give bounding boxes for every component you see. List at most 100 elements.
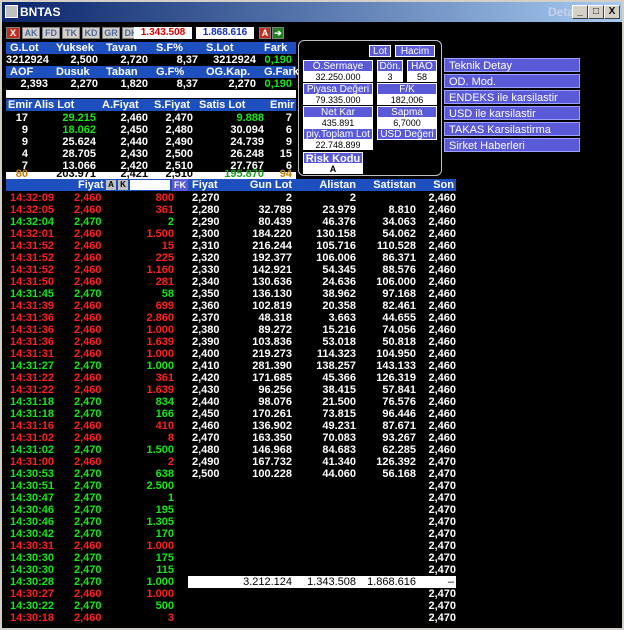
volume-cell: 38.415 [322,384,356,396]
trades-a-button[interactable]: A [106,180,116,190]
close-button[interactable]: X [604,5,620,19]
summary-value-5: 0,190 [264,54,292,66]
trade-time: 14:31:52 [10,264,55,276]
trade-price: 2,460 [74,336,102,348]
volume-cell: 184.220 [252,228,292,240]
minimize-button[interactable]: _ [572,5,588,19]
trade-lot: 281 [155,276,174,288]
volume-cell: 21.500 [322,396,356,408]
volume-son-cell: 2,460 [428,288,456,300]
depth-cell: 9 [21,136,28,148]
trade-price: 2,470 [74,288,102,300]
main-window: BNTAS Detay _ □ X X AK FD TK KD GR DK 1.… [0,0,624,630]
toolbar-x-button[interactable]: X [6,27,20,39]
maximize-button[interactable]: □ [588,5,604,19]
usd-button[interactable]: USD Değeri [377,128,437,140]
trade-lot: 1.000 [146,576,174,588]
volume-cell: 136.130 [252,288,292,300]
fk-label: F/K [377,83,437,95]
sapma-value: 6,7000 [377,118,437,128]
trade-price: 2,470 [74,564,102,576]
volume-son-cell: 2,470 [428,600,456,612]
menu-item[interactable]: TAKAS Karsilastirma [444,122,580,136]
volume-cell: 130.636 [252,276,292,288]
volume-son-cell: 2,470 [428,468,456,480]
trade-time: 14:30:30 [10,564,55,576]
volume-cell: 88.576 [382,264,416,276]
trade-price: 2,460 [74,252,102,264]
summary-value-0: 3212924 [6,54,49,66]
trade-lot: 115 [156,564,174,576]
trade-time: 14:30:46 [10,504,55,516]
trade-time: 14:30:27 [10,588,55,600]
netkar-label: Net Kar [303,106,373,118]
toolbar-tk-button[interactable]: TK [62,27,80,39]
menu-item[interactable]: OD. Mod. [444,74,580,88]
volume-son-cell: 2,460 [428,216,456,228]
volume-cell: 100.228 [252,468,292,480]
volume-cell: 2,420 [192,372,220,384]
volume-cell: 80.439 [258,216,292,228]
volume-cell: 96.446 [382,408,416,420]
depth-cell: 2,470 [165,112,193,124]
volume-son-cell: 2,470 [428,528,456,540]
volume-son-cell: 2,470 [428,492,456,504]
trade-price: 2,460 [74,372,102,384]
trades-k-button[interactable]: K [118,180,128,190]
arrow-right-icon[interactable]: ➔ [272,27,284,39]
trade-lot: 58 [161,288,174,300]
toolbar-a-button[interactable]: A [259,27,271,39]
trade-lot: 3 [167,612,174,624]
trade-time: 14:31:52 [10,240,55,252]
title-bar[interactable]: BNTAS Detay _ □ X [2,2,622,22]
volume-cell: 2,330 [192,264,220,276]
toolbar-kd-button[interactable]: KD [82,27,100,39]
volume-cell: 2,500 [192,468,220,480]
volume-cell: 70.083 [322,432,356,444]
volume-cell: 146.968 [252,444,292,456]
detail-popup: Lot Hacim Ö.Sermaye 32.250.000 Dön. 3 HA… [298,40,442,176]
menu-item[interactable]: Teknik Detay [444,58,580,72]
trade-lot: 8 [167,432,174,444]
toolbar-ak-button[interactable]: AK [22,27,40,39]
app-icon [5,5,18,18]
hacim-button[interactable]: Hacim [395,45,435,57]
menu-item[interactable]: ENDEKS ile karsilastir [444,90,580,104]
volume-cell: 87.671 [382,420,416,432]
volume-cell: 62.285 [382,444,416,456]
menu-item[interactable]: Sirket Haberleri [444,138,580,152]
volume-cell: 44.655 [382,312,416,324]
volume-son-cell: 2,470 [428,564,456,576]
volume-cell: 2,350 [192,288,220,300]
price-blue-box: 1.868.616 [196,27,254,39]
trade-lot: 166 [155,408,174,420]
volume-cell: 2,320 [192,252,220,264]
volume-cell: 24.636 [322,276,356,288]
summary-value-0: 2,393 [20,78,48,90]
trades-fk-button[interactable]: FK [172,179,188,191]
depth-cell: 9 [21,124,28,136]
trade-time: 14:30:28 [10,576,55,588]
trade-time: 14:32:04 [10,216,55,228]
trade-time: 14:31:02 [10,444,55,456]
trade-time: 14:30:22 [10,600,55,612]
trade-price: 2,460 [74,264,102,276]
volume-cell: 96.256 [258,384,292,396]
depth-header-0: Emir [8,99,33,111]
trade-price: 2,460 [74,324,102,336]
volume-cell: 2,480 [192,444,220,456]
trades-filter-input[interactable] [130,180,170,190]
menu-item[interactable]: USD ile karsilastir [444,106,580,120]
toolbar-fd-button[interactable]: FD [42,27,60,39]
lot-button[interactable]: Lot [369,45,391,57]
volume-cell: 102.819 [252,300,292,312]
volume-cell: 219.273 [252,348,292,360]
depth-cell: 18.062 [62,124,96,136]
trade-price: 2,460 [74,228,102,240]
toolbar-gr-button[interactable]: GR [102,27,120,39]
depth-cell: 30.094 [230,124,264,136]
volume-cell: 2,340 [192,276,220,288]
summary-value-5: 0,190 [264,78,292,90]
trade-time: 14:30:18 [10,612,55,624]
trade-lot: 638 [155,468,174,480]
